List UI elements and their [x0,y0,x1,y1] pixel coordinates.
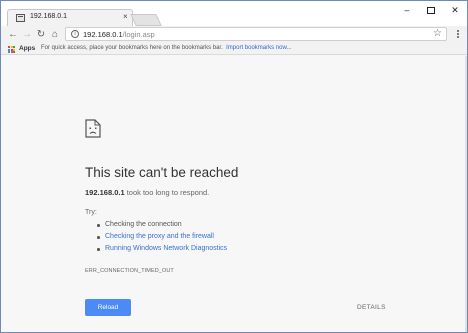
home-icon[interactable]: ⌂ [49,28,61,40]
close-window-button[interactable]: ✕ [443,1,467,19]
maximize-button[interactable] [419,1,443,19]
bookmarks-bar: Apps For quick access, place your bookma… [1,43,467,55]
new-tab-button[interactable] [130,14,162,26]
url-text[interactable]: 192.168.0.1/login.asp [83,30,155,39]
window-controls: – ✕ [395,1,467,19]
tab-title: 192.168.0.1 [30,13,67,20]
import-bookmarks-link[interactable]: Import bookmarks now... [226,45,291,51]
suggestion-check-connection: Checking the connection [97,221,227,233]
back-button[interactable]: ← [7,28,19,40]
tab-strip: 192.168.0.1 × – ✕ [1,1,467,26]
minimize-button[interactable]: – [395,1,419,19]
bookmark-star-icon[interactable]: ☆ [433,28,442,39]
error-message-text: took too long to respond. [124,188,210,197]
error-page: This site can't be reached 192.168.0.1 t… [1,56,467,332]
bookmarks-hint: For quick access, place your bookmarks h… [41,45,291,51]
try-label: Try: [85,209,97,216]
site-info-icon[interactable]: i [71,30,79,38]
address-bar[interactable]: i 192.168.0.1/login.asp ☆ [65,27,447,41]
url-host: 192.168.0.1 [83,30,123,39]
page-title: This site can't be reached [85,165,239,180]
error-code: ERR_CONNECTION_TIMED_OUT [85,268,174,274]
suggestion-check-proxy-link[interactable]: Checking the proxy and the firewall [97,233,227,245]
reload-button[interactable]: Reload [85,299,131,316]
apps-dot [13,51,15,53]
browser-window: 192.168.0.1 × – ✕ ← → ↻ ⌂ i 192.168.0.1/… [0,0,468,333]
details-button[interactable]: DETAILS [357,304,386,311]
forward-button[interactable]: → [21,28,33,40]
sad-page-icon [85,119,101,138]
tab-close-icon[interactable]: × [123,12,128,21]
page-scrollbar[interactable] [465,56,467,332]
error-host: 192.168.0.1 [85,188,125,197]
suggestion-network-diagnostics-link[interactable]: Running Windows Network Diagnostics [97,245,227,257]
page-favicon-icon [16,14,25,22]
error-message: 192.168.0.1 took too long to respond. [85,188,209,197]
apps-label[interactable]: Apps [19,45,35,52]
suggestions-list: Checking the connection Checking the pro… [97,221,227,257]
browser-tab[interactable]: 192.168.0.1 × [7,9,133,26]
browser-menu-icon[interactable] [454,28,462,40]
browser-toolbar: ← → ↻ ⌂ i 192.168.0.1/login.asp ☆ [1,26,467,43]
maximize-icon [427,6,435,14]
reload-icon[interactable]: ↻ [35,28,47,40]
bookmarks-hint-text: For quick access, place your bookmarks h… [41,45,223,51]
url-path: /login.asp [122,30,155,39]
apps-icon[interactable] [8,46,15,53]
